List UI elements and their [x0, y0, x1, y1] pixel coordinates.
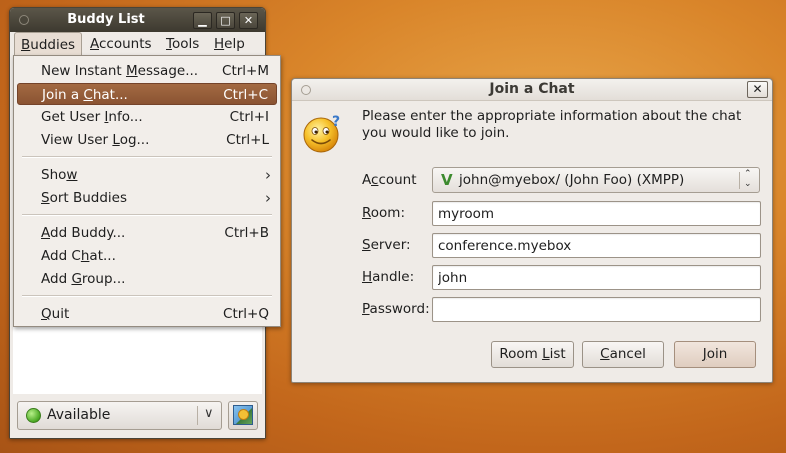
shortcut-label: Ctrl+L	[226, 132, 269, 148]
xmpp-icon: V	[441, 171, 453, 189]
menu-separator	[22, 214, 272, 216]
menu-item-label: View User Log...	[41, 132, 150, 148]
submenu-arrow-icon: ›	[265, 189, 271, 207]
menu-buddies[interactable]: Buddies	[14, 32, 83, 56]
menu-item-get-user-info[interactable]: Get User Info... Ctrl+I	[17, 106, 277, 128]
close-button[interactable]: ✕	[239, 12, 258, 29]
svg-text:?: ?	[332, 114, 340, 130]
shortcut-label: Ctrl+C	[223, 87, 268, 103]
mnemonic: B	[21, 37, 31, 53]
menu-item-show[interactable]: Show ›	[17, 164, 277, 186]
handle-label: Handle:	[362, 269, 415, 285]
menu-label: ools	[171, 36, 200, 52]
menu-item-sort-buddies[interactable]: Sort Buddies ›	[17, 187, 277, 209]
shortcut-label: Ctrl+B	[224, 225, 269, 241]
menu-separator	[22, 156, 272, 158]
menu-item-label: Add Chat...	[41, 248, 116, 264]
menu-item-label: Quit	[41, 306, 70, 322]
maximize-button[interactable]: □	[216, 12, 235, 29]
room-field-box	[432, 201, 761, 226]
cancel-button[interactable]: Cancel	[582, 341, 664, 368]
shortcut-label: Ctrl+Q	[223, 306, 269, 322]
room-label: Room:	[362, 205, 405, 221]
room-input[interactable]	[433, 202, 760, 225]
menu-help[interactable]: Help	[208, 32, 251, 56]
buddy-icon-button[interactable]	[228, 401, 258, 430]
account-selector[interactable]: V john@myebox/ (John Foo) (XMPP) ⌃ ⌄	[432, 167, 760, 193]
menu-tools[interactable]: Tools	[160, 32, 205, 56]
menu-item-label: Add Group...	[41, 271, 126, 287]
available-status-icon	[26, 408, 41, 423]
menu-separator	[22, 295, 272, 297]
account-value: john@myebox/ (John Foo) (XMPP)	[459, 172, 685, 188]
password-input[interactable]	[433, 298, 760, 321]
menu-item-label: Show	[41, 167, 78, 183]
menu-label: uddies	[30, 37, 76, 53]
menu-item-join-a-chat[interactable]: Join a Chat... Ctrl+C	[17, 83, 277, 105]
menu-item-add-buddy[interactable]: Add Buddy... Ctrl+B	[17, 222, 277, 244]
window-title: Buddy List	[67, 12, 145, 27]
buddy-list-titlebar[interactable]: Buddy List ▁ □ ✕	[10, 8, 265, 32]
menu-label: ccounts	[99, 36, 152, 52]
window-menu-icon[interactable]	[19, 15, 29, 25]
server-label: Server:	[362, 237, 411, 253]
password-field-box	[432, 297, 761, 322]
handle-input[interactable]	[433, 266, 760, 289]
menu-item-add-chat[interactable]: Add Chat...	[17, 245, 277, 267]
mnemonic: H	[214, 36, 225, 52]
shortcut-label: Ctrl+I	[229, 109, 269, 125]
menu-label: elp	[224, 36, 245, 52]
chevron-down-icon: ∨	[204, 406, 214, 421]
menubar: Buddies Accounts Tools Help	[10, 32, 265, 56]
divider	[739, 172, 740, 189]
shortcut-label: Ctrl+M	[222, 63, 269, 79]
account-label: Account	[362, 172, 417, 188]
chevron-updown-icon: ⌃ ⌄	[744, 169, 752, 189]
dialog-prompt: Please enter the appropriate information…	[362, 108, 742, 141]
dialog-titlebar[interactable]: Join a Chat ✕	[292, 79, 772, 101]
room-list-button[interactable]: Room List	[491, 341, 574, 368]
menu-item-label: Sort Buddies	[41, 190, 128, 206]
divider	[197, 406, 198, 425]
status-selector[interactable]: Available ∨	[17, 401, 222, 430]
mnemonic: A	[90, 36, 99, 52]
buddy-icon	[233, 405, 253, 425]
menu-item-new-instant-message[interactable]: New Instant Message... Ctrl+M	[17, 60, 277, 82]
handle-field-box	[432, 265, 761, 290]
join-button[interactable]: Join	[674, 341, 756, 368]
question-smiley-icon: ?	[303, 114, 340, 153]
menu-item-quit[interactable]: Quit Ctrl+Q	[17, 303, 277, 325]
status-bar: Available ∨	[10, 398, 265, 438]
menu-accounts[interactable]: Accounts	[84, 32, 158, 56]
menu-item-label: New Instant Message...	[41, 63, 199, 79]
password-label: Password:	[362, 301, 430, 317]
menu-item-view-user-log[interactable]: View User Log... Ctrl+L	[17, 129, 277, 151]
menu-item-label: Get User Info...	[41, 109, 143, 125]
menu-item-add-group[interactable]: Add Group...	[17, 268, 277, 290]
close-button[interactable]: ✕	[747, 81, 768, 98]
submenu-arrow-icon: ›	[265, 166, 271, 184]
dialog-title: Join a Chat	[489, 81, 575, 97]
buddies-menu: New Instant Message... Ctrl+M Join a Cha…	[13, 55, 281, 327]
status-label: Available	[47, 407, 111, 423]
menu-item-label: Add Buddy...	[41, 225, 126, 241]
server-input[interactable]	[433, 234, 760, 257]
window-menu-icon[interactable]	[301, 85, 311, 95]
join-chat-dialog: Join a Chat ✕ ? Please enter the appropr…	[291, 78, 773, 383]
server-field-box	[432, 233, 761, 258]
menu-item-label: Join a Chat...	[42, 87, 128, 103]
minimize-button[interactable]: ▁	[193, 12, 212, 29]
